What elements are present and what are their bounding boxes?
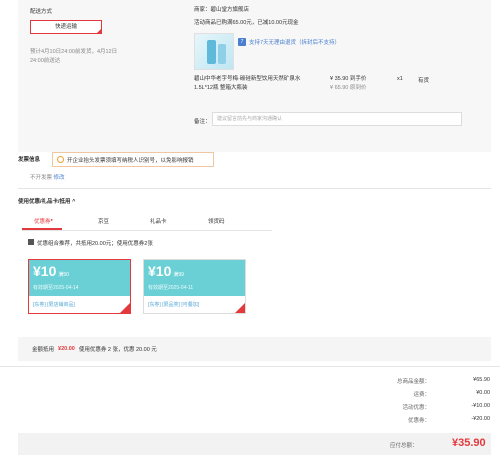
selected-check-icon (120, 303, 130, 313)
summary-promo-label: 活动优惠： (402, 405, 430, 411)
remark-input[interactable]: 建议留言前先与商家沟通确认 (212, 112, 462, 126)
remark-label: 备注： (194, 119, 211, 125)
summary-row-goods: 总商品金额： ¥65.90 (360, 377, 490, 385)
invoice-status: 不开发票 修改 (30, 173, 65, 181)
stock-status: 有货 (418, 78, 430, 84)
discount-summary-bar: 金额抵用 ¥20.00 使用优惠券 2 张，优惠 20.00 元 (18, 337, 491, 361)
tab-coupons-label: 优惠券 (34, 219, 51, 225)
coupon-2-amount-row: ¥10 满99 (148, 263, 241, 283)
summary-goods-label: 总商品金额： (396, 379, 430, 385)
coupon-card-1-top: ¥10 满50 有效期至2025-04-14 (29, 260, 130, 296)
orig-price-label: 原到价 (349, 85, 367, 91)
seller-info: 商家：碧山堂方旗舰店 (194, 5, 249, 13)
summary-coupon-value: -¥20.00 (471, 416, 490, 422)
discount-amount: ¥20.00 (58, 346, 75, 352)
summary-shipping-label: 运费： (413, 392, 430, 398)
coupon-card-2-top: ¥10 满99 有效期至2025-04-11 (144, 260, 245, 296)
shipping-estimate-line1: 预计4月10日24:00前发货，4月12日 (30, 49, 118, 55)
summary-promo-value: -¥10.00 (471, 403, 490, 409)
product-thumbnail[interactable] (194, 33, 234, 70)
payable-bar (18, 433, 491, 455)
product-name-line1[interactable]: 碧山中华老字号梅·碳硅新型饮用天然矿泉水 (194, 74, 300, 82)
coupon-1-tags: [东券] [限店铺商品] (33, 302, 75, 308)
coupon-1-condition: 满50 (58, 272, 69, 278)
coupon-card-2[interactable]: ¥10 满99 有效期至2025-04-11 [东券] [限品类] [可叠加] (143, 259, 246, 314)
price-row: ¥ 35.90 到手价 (330, 74, 366, 82)
coupon-1-amount: ¥10 (33, 263, 57, 279)
coupon-section-title-text: 使用优惠/礼品卡/抵用 (18, 199, 71, 205)
summary-coupon-label: 优惠券： (407, 418, 430, 424)
combo-checkbox[interactable] (28, 239, 34, 245)
badge-dot-icon: ● (50, 217, 53, 222)
product-name-line2[interactable]: 1.5L*12瓶 整箱大瓶装 (194, 83, 248, 91)
orig-price-value: ¥ 65.90 (330, 85, 349, 91)
tab-giftcard[interactable]: 礼品卡 (150, 217, 167, 225)
selected-check-icon (235, 303, 245, 313)
shipping-method-button[interactable]: 快递运输 (30, 20, 102, 34)
quantity: x1 (397, 76, 403, 82)
payable-value: ¥35.90 (452, 437, 486, 449)
shipping-label: 配送方式 (30, 9, 53, 15)
coupon-1-date: 有效期至2025-04-14 (33, 285, 79, 291)
price-label: 到手价 (349, 76, 367, 82)
invoice-modify-link[interactable]: 修改 (54, 175, 65, 181)
bottle-image-2 (218, 44, 226, 64)
lightbulb-icon (57, 156, 64, 163)
coupon-2-condition: 满99 (173, 272, 184, 278)
combo-text: 优惠组合推荐，共抵用20.00元；使用优惠券2张 (37, 241, 153, 247)
summary-row-coupon: 优惠券： -¥20.00 (360, 416, 490, 424)
payable-label: 应付总额： (390, 443, 418, 449)
return-policy-text: 支持7天无理由退货（拆封后不支持） (249, 40, 341, 46)
summary-goods-value: ¥65.90 (473, 377, 490, 383)
tab-divider (22, 230, 272, 231)
coupon-section-title[interactable]: 使用优惠/礼品卡/抵用 ^ (18, 197, 75, 205)
coupon-1-amount-row: ¥10 满50 (33, 263, 126, 283)
promo-text: 活动商品已购满65.00元，已减10.00元现金 (194, 20, 299, 26)
summary-row-shipping: 运费： ¥0.00 (360, 390, 490, 398)
price-value: ¥ 35.90 (330, 76, 349, 82)
orig-price-row: ¥ 65.90 原到价 (330, 83, 366, 91)
tab-coupons[interactable]: 优惠券● (34, 217, 53, 225)
bottle-image (207, 40, 216, 64)
return-policy-tag: 7 支持7天无理由退货（拆封后不支持） (238, 38, 340, 46)
shipping-estimate-line2: 24:00前送达 (30, 58, 61, 64)
coupon-2-amount: ¥10 (148, 263, 172, 279)
discount-label: 金额抵用 (32, 347, 55, 353)
coupon-2-date: 有效期至2025-04-11 (148, 285, 194, 291)
invoice-status-text: 不开发票 (30, 175, 53, 181)
summary-row-promo: 活动优惠： -¥10.00 (360, 403, 490, 411)
discount-detail: 使用优惠券 2 张，优惠 20.00 元 (78, 347, 157, 353)
coupon-2-tags: [东券] [限品类] [可叠加] (148, 302, 200, 308)
invoice-tip: 开企业抬头发票须填写纳税人识别号，以免影响报销 (52, 152, 214, 167)
section-divider (18, 188, 491, 189)
summary-shipping-value: ¥0.00 (476, 390, 490, 396)
invoice-tip-text: 开企业抬头发票须填写纳税人识别号，以免影响报销 (67, 157, 194, 164)
invoice-label: 发票信息 (18, 157, 41, 163)
tab-claimcode[interactable]: 领货码 (208, 217, 225, 225)
seller-name[interactable]: 碧山堂方旗舰店 (211, 7, 250, 13)
chevron-up-icon: ^ (72, 199, 76, 205)
seller-label: 商家： (194, 7, 211, 13)
coupon-card-1[interactable]: ¥10 满50 有效期至2025-04-14 [东券] [限店铺商品] (28, 259, 131, 314)
summary-divider (0, 366, 500, 367)
tab-jingdou[interactable]: 京豆 (98, 217, 109, 225)
return-badge-icon: 7 (238, 38, 246, 46)
